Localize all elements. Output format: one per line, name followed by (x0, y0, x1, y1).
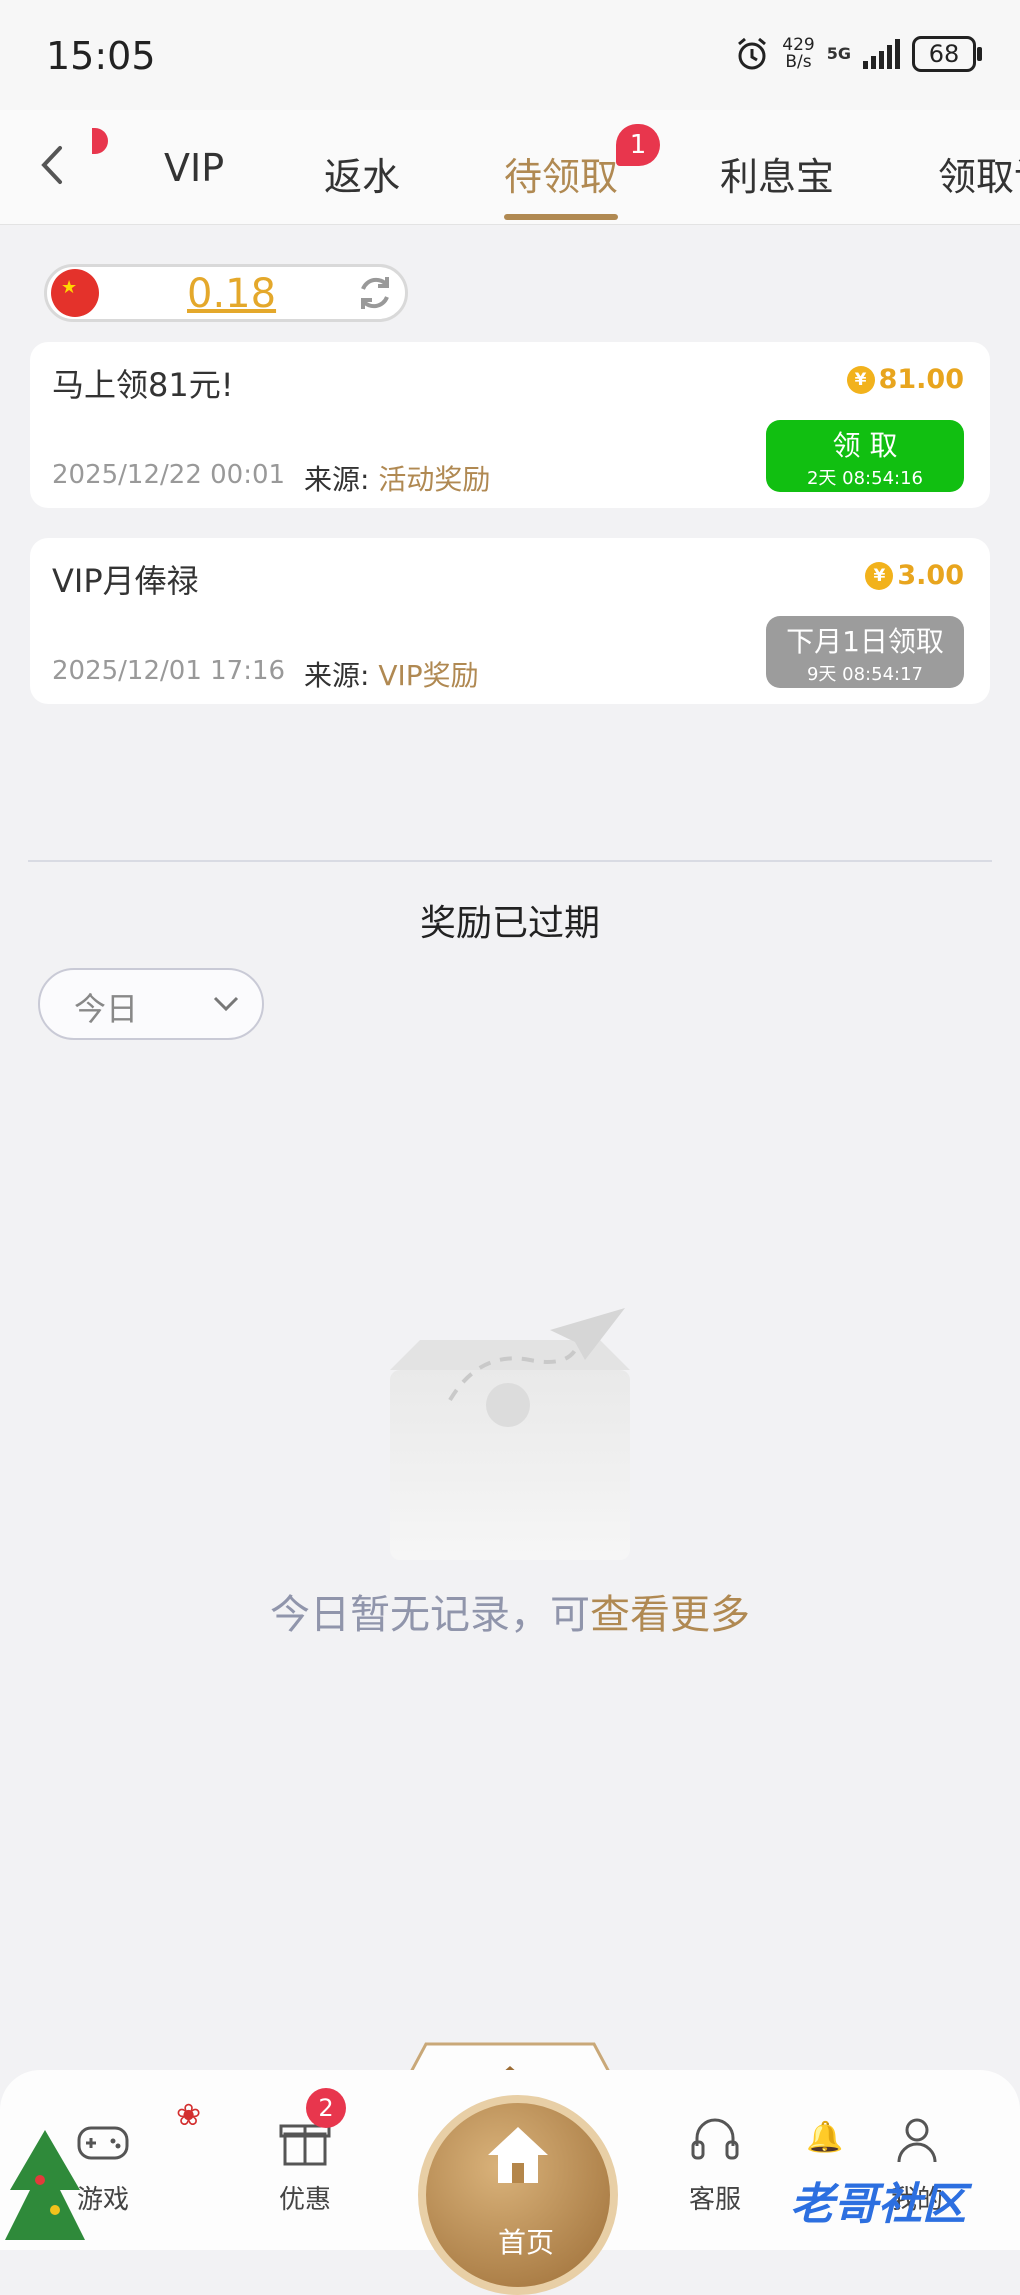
tab-rebate[interactable]: 返水 (324, 146, 400, 201)
signal-icon (863, 39, 900, 69)
tab-claim-records[interactable]: 领取记 (938, 146, 1020, 201)
empty-box-icon (390, 1308, 630, 1560)
china-flag-icon: ★ (51, 269, 99, 317)
reward-source: 来源: VIP奖励 (304, 659, 479, 692)
bell-decoration-icon: 🔔 (806, 2120, 844, 2155)
reward-title: VIP月俸禄 (52, 562, 199, 600)
reward-source: 来源: 活动奖励 (304, 463, 491, 496)
date-filter-select[interactable]: 今日 (38, 968, 264, 1040)
holly-icon: ❀ (176, 2098, 202, 2133)
claim-button[interactable]: 领 取 2天 08:54:16 (766, 420, 964, 492)
tab-interest[interactable]: 利息宝 (720, 146, 834, 201)
coin-icon: ¥ (865, 561, 894, 590)
tab-bar: VIP 返水 待领取 1 利息宝 领取记 (0, 110, 1020, 225)
chevron-down-icon (213, 996, 239, 1012)
alarm-icon (738, 37, 767, 70)
refresh-icon[interactable] (353, 271, 397, 315)
status-icons: 429 B/s 5G 68 (734, 35, 982, 72)
nav-home-button[interactable]: 首页 (418, 2095, 618, 2295)
promotions-badge: 2 (306, 2088, 346, 2128)
balance-value[interactable]: 0.18 (187, 271, 276, 317)
reward-date: 2025/12/01 17:16 (52, 656, 286, 686)
date-filter-value: 今日 (74, 990, 139, 1028)
view-more-link[interactable]: 查看更多 (590, 1592, 750, 1638)
reward-title: 马上领81元! (52, 366, 234, 404)
home-icon (488, 2127, 548, 2183)
battery-icon: 68 (912, 36, 982, 72)
expired-section-title: 奖励已过期 (419, 903, 600, 944)
balance-pill: ★ 0.18 (44, 264, 408, 322)
tab-vip[interactable]: VIP (164, 146, 224, 190)
headset-icon (691, 2118, 739, 2160)
status-bar: 15:05 429 B/s 5G 68 (0, 0, 1020, 110)
watermark-logo: 老哥社区 (790, 2179, 966, 2230)
pending-count-badge: 1 (616, 124, 660, 166)
claim-next-month-button[interactable]: 下月1日领取 9天 08:54:17 (766, 616, 964, 688)
nav-games[interactable]: 游戏 (48, 2112, 158, 2216)
nav-support[interactable]: 客服 (660, 2112, 770, 2216)
reward-card: 马上领81元! ¥ 81.00 2025/12/22 00:01 来源: 活动奖… (30, 342, 990, 508)
status-time: 15:05 (46, 34, 156, 78)
active-tab-indicator (504, 214, 618, 220)
user-icon (897, 2118, 937, 2163)
empty-state-text: 今日暂无记录，可查看更多 (270, 1592, 750, 1638)
net-speed: 429 B/s (782, 35, 815, 72)
back-arrow-icon[interactable] (32, 140, 72, 190)
nav-promotions[interactable]: 优惠 (250, 2112, 360, 2216)
reward-amount: ¥ 3.00 (865, 560, 964, 591)
section-divider (28, 860, 992, 862)
tab-pending[interactable]: 待领取 (504, 146, 618, 201)
coin-icon: ¥ (846, 365, 875, 394)
reward-amount: ¥ 81.00 (846, 364, 964, 395)
gamepad-icon (77, 2126, 129, 2160)
tab-notification-dot (92, 128, 108, 154)
reward-card: VIP月俸禄 ¥ 3.00 2025/12/01 17:16 来源: VIP奖励… (30, 538, 990, 704)
reward-date: 2025/12/22 00:01 (52, 460, 286, 490)
network-type: 5G (826, 44, 851, 63)
